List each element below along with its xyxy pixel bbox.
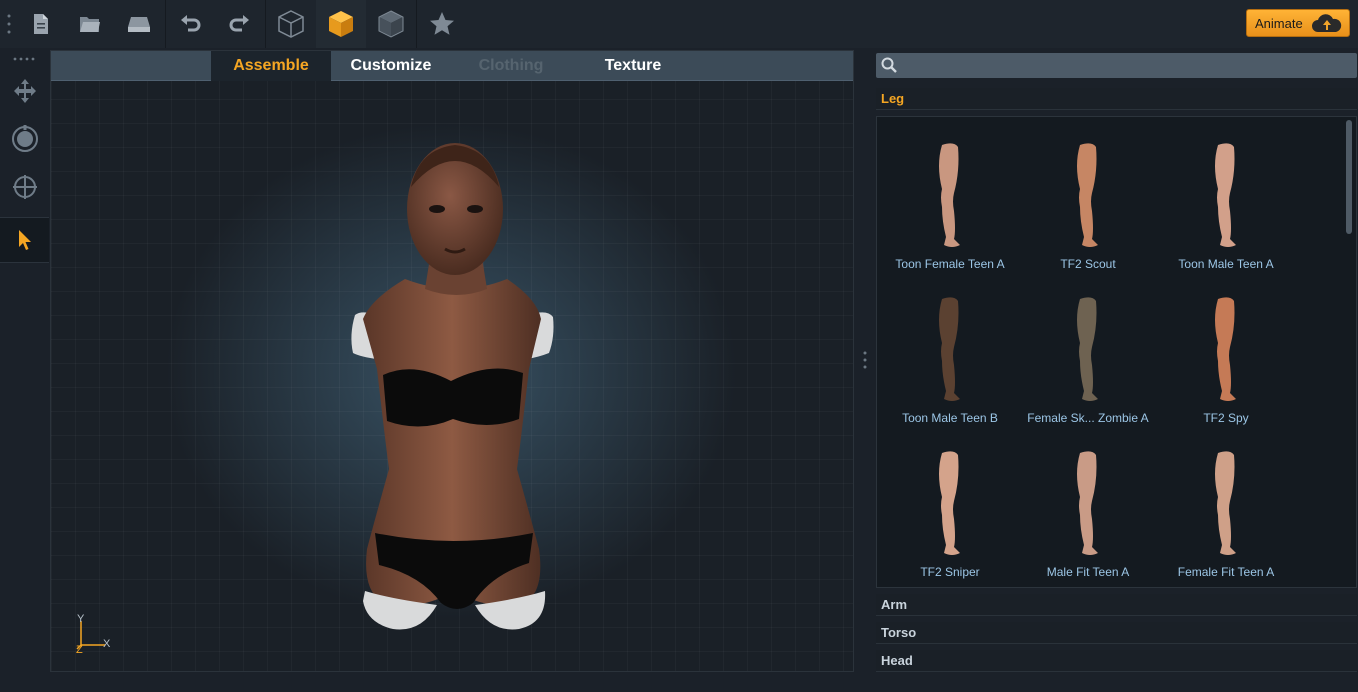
solid-view-button[interactable] — [316, 0, 366, 48]
target-tool-button[interactable] — [0, 164, 49, 210]
asset-label: Toon Male Teen B — [902, 411, 998, 425]
new-file-icon — [34, 14, 48, 34]
category-head-label: Head — [881, 653, 913, 668]
axis-x-label: X — [103, 638, 111, 650]
asset-label: Female Sk... Zombie A — [1027, 411, 1149, 425]
axis-y-label: Y — [77, 613, 85, 625]
left-tool-strip — [0, 50, 49, 692]
asset-label: TF2 Spy — [1203, 411, 1249, 425]
category-leg-label: Leg — [881, 91, 905, 106]
search-icon — [881, 57, 897, 73]
star-icon — [430, 12, 454, 35]
asset-tile[interactable]: Toon Male Teen A — [1157, 117, 1295, 271]
animate-button-label: Animate — [1255, 15, 1303, 31]
asset-label: Female Fit Teen A — [1177, 565, 1275, 579]
open-folder-icon — [80, 17, 100, 32]
asset-label: TF2 Sniper — [920, 565, 980, 579]
tab-clothing-label: Clothing — [478, 57, 544, 74]
axis-gizmo: Y Z X — [76, 613, 111, 655]
leg-thumbnail — [939, 297, 960, 401]
tab-assemble[interactable]: Assemble — [211, 51, 331, 81]
tab-customize-label: Customize — [350, 57, 432, 74]
leg-thumbnail — [1215, 451, 1236, 555]
rotate-tool-button[interactable] — [0, 116, 49, 162]
leg-thumbnail — [1215, 297, 1236, 401]
character-creator-app: Animate Assemble Customize Clothing Text… — [0, 0, 1358, 692]
textured-cube-icon — [378, 10, 404, 38]
search-box[interactable] — [876, 53, 1357, 78]
asset-tile[interactable]: TF2 Spy — [1157, 271, 1295, 425]
leg-thumbnail — [939, 143, 960, 247]
save-icon — [128, 17, 150, 32]
asset-grid: Toon Female Teen A TF2 Scout Toon Male Tee… — [876, 116, 1357, 588]
leg-thumbnail — [1077, 297, 1098, 401]
asset-grid-scrollbar[interactable] — [1346, 120, 1352, 234]
redo-button[interactable] — [214, 0, 264, 48]
3d-viewport[interactable]: Assemble Customize Clothing Texture Y Z … — [50, 50, 854, 672]
character-model[interactable] — [341, 139, 571, 639]
cloud-upload-icon — [1312, 14, 1342, 32]
asset-tile[interactable]: TF2 Sniper — [881, 425, 1019, 579]
category-torso-label: Torso — [881, 625, 917, 640]
asset-label: Male Fit Teen A — [1046, 565, 1130, 579]
select-tool-button[interactable] — [0, 217, 49, 263]
asset-label: Toon Female Teen A — [895, 257, 1005, 271]
axis-z-label: Z — [76, 644, 83, 655]
favorites-button[interactable] — [417, 0, 467, 48]
asset-tile[interactable]: Female Fit Teen A — [1157, 425, 1295, 579]
panel-resize-grip-icon[interactable] — [862, 350, 868, 374]
category-arm[interactable]: Arm — [876, 594, 1357, 616]
asset-label: TF2 Scout — [1060, 257, 1116, 271]
rotate-sphere-icon — [11, 125, 38, 152]
open-folder-button[interactable] — [65, 0, 115, 48]
category-arm-label: Arm — [881, 597, 908, 612]
undo-button[interactable] — [166, 0, 216, 48]
pointer-arrow-icon — [18, 230, 31, 250]
tab-assemble-label: Assemble — [233, 57, 309, 74]
crosshair-icon — [12, 175, 37, 199]
category-leg[interactable]: Leg — [876, 88, 1357, 110]
animate-button[interactable]: Animate — [1246, 9, 1350, 37]
mode-tab-bar: Assemble Customize Clothing Texture — [51, 51, 853, 81]
tool-strip-grip-icon[interactable] — [13, 57, 37, 61]
undo-icon — [181, 15, 201, 32]
category-head[interactable]: Head — [876, 650, 1357, 672]
top-toolbar: Animate — [0, 0, 1358, 48]
asset-tile[interactable]: Toon Male Teen B — [881, 271, 1019, 425]
tab-customize[interactable]: Customize — [331, 51, 451, 81]
redo-icon — [229, 15, 249, 32]
wireframe-view-button[interactable] — [266, 0, 316, 48]
tab-texture[interactable]: Texture — [573, 51, 693, 81]
save-button[interactable] — [114, 0, 164, 48]
wireframe-cube-icon — [278, 10, 304, 38]
new-file-button[interactable] — [16, 0, 66, 48]
solid-cube-icon — [329, 11, 353, 37]
asset-tile[interactable]: Female Sk... Zombie A — [1019, 271, 1157, 425]
textured-view-button[interactable] — [366, 0, 416, 48]
move-arrows-icon — [13, 79, 36, 103]
leg-thumbnail — [1077, 143, 1098, 247]
asset-label: Toon Male Teen A — [1178, 257, 1274, 271]
asset-tile[interactable]: Male Fit Teen A — [1019, 425, 1157, 579]
tab-clothing[interactable]: Clothing — [451, 51, 571, 81]
asset-tile[interactable]: TF2 Scout — [1019, 117, 1157, 271]
leg-thumbnail — [939, 451, 960, 555]
leg-thumbnail — [1215, 143, 1236, 247]
leg-thumbnail — [1077, 451, 1098, 555]
category-torso[interactable]: Torso — [876, 622, 1357, 644]
toolbar-grip-icon[interactable] — [6, 14, 12, 34]
tab-texture-label: Texture — [604, 57, 662, 74]
asset-tile[interactable]: Toon Female Teen A — [881, 117, 1019, 271]
move-tool-button[interactable] — [0, 68, 49, 114]
search-input[interactable] — [902, 53, 1352, 78]
